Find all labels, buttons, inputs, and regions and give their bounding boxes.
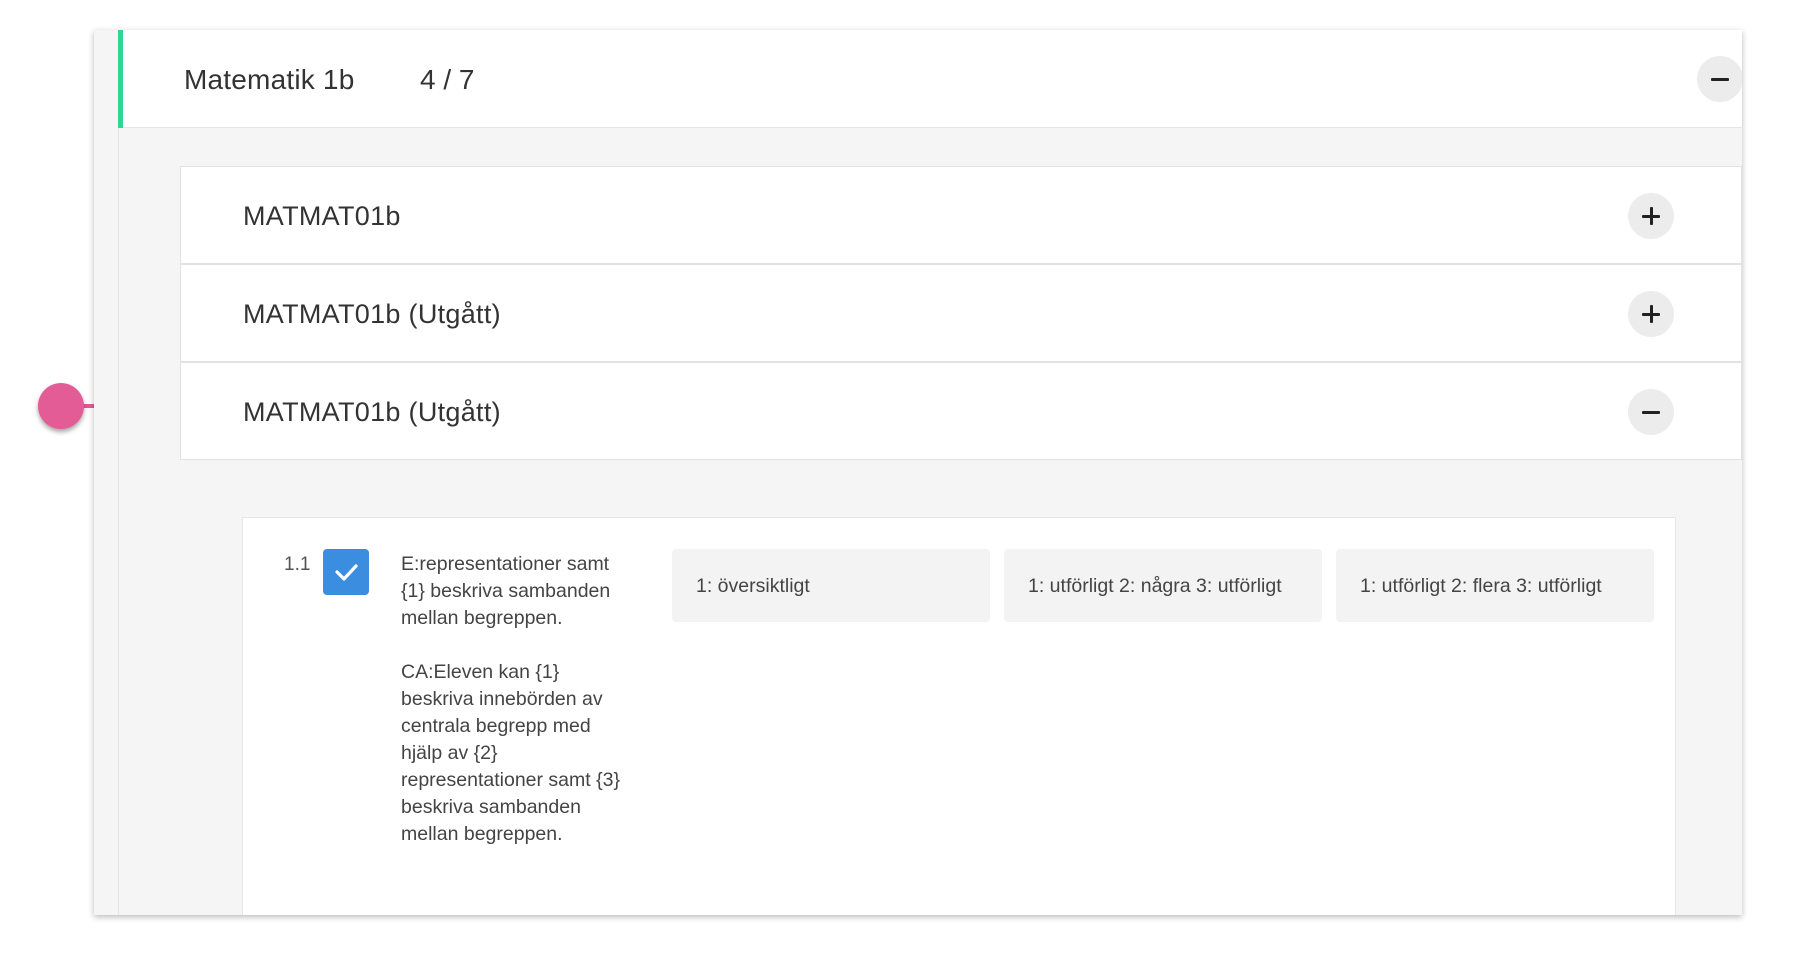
criteria-checkbox[interactable] [323, 549, 369, 595]
connector-dot [38, 383, 84, 429]
criteria-level-3[interactable]: 1: utförligt 2: flera 3: utförligt [1336, 549, 1654, 622]
course-header[interactable]: Matematik 1b 4 / 7 [118, 30, 1742, 128]
course-accent-bar [118, 30, 123, 128]
course-card: Matematik 1b 4 / 7 MATMAT01b MATMAT01b (… [94, 30, 1742, 915]
criteria-panel: 1.1 E:representationer samt {1} beskriva… [242, 517, 1676, 915]
collapse-module-3-button[interactable] [1628, 389, 1674, 435]
module-row-2[interactable]: MATMAT01b (Utgått) [180, 264, 1742, 362]
module-title: MATMAT01b [243, 201, 401, 231]
check-icon [335, 564, 358, 581]
minus-icon [1642, 410, 1660, 414]
criteria-text-e: E:representationer samt {1} beskriva sam… [401, 553, 611, 629]
course-title: Matematik 1b [184, 64, 355, 95]
module-row-3[interactable]: MATMAT01b (Utgått) [180, 362, 1742, 460]
module-title: MATMAT01b (Utgått) [243, 299, 501, 329]
criteria-description: E:representationer samt {1} beskriva sam… [401, 551, 626, 848]
canvas: Matematik 1b 4 / 7 MATMAT01b MATMAT01b (… [0, 0, 1799, 967]
expand-module-1-button[interactable] [1628, 193, 1674, 239]
course-progress: 4 / 7 [420, 64, 475, 95]
criteria-level-2[interactable]: 1: utförligt 2: några 3: utförligt [1004, 549, 1322, 622]
criteria-number: 1.1 [284, 554, 311, 575]
collapse-course-button[interactable] [1697, 56, 1742, 102]
module-title: MATMAT01b (Utgått) [243, 397, 501, 427]
module-row-1[interactable]: MATMAT01b [180, 166, 1742, 264]
criteria-level-1[interactable]: 1: översiktligt [672, 549, 990, 622]
minus-icon [1711, 77, 1729, 81]
criteria-text-ca: CA:Eleven kan {1} beskriva innebörden av… [401, 661, 620, 845]
expand-module-2-button[interactable] [1628, 291, 1674, 337]
left-rail [118, 30, 119, 915]
